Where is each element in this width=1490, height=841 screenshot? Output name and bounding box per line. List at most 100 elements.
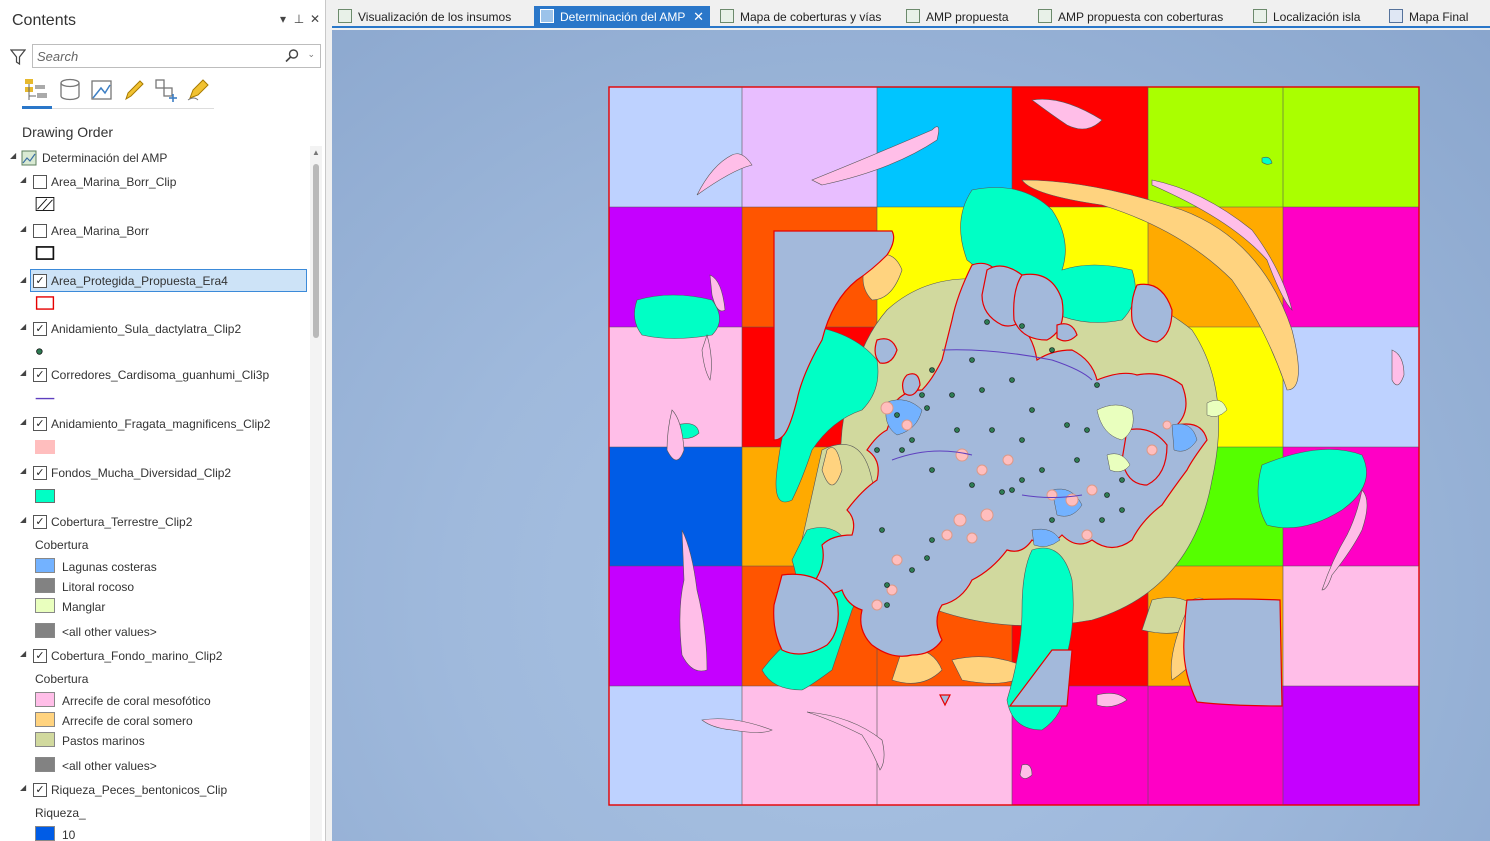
filter-icon[interactable]	[10, 48, 26, 66]
layer-visibility-checkbox[interactable]: ✓	[33, 274, 47, 288]
layout-tab-icon	[1389, 9, 1403, 23]
layer-row-cobertura-terrestre[interactable]: ◢ ✓ Cobertura_Terrestre_Clip2	[0, 511, 310, 533]
tab-label: Mapa Final	[1409, 10, 1469, 24]
pin-icon[interactable]: ⊥	[292, 12, 306, 26]
scrollbar-thumb[interactable]	[313, 164, 319, 338]
riqueza-grid-cell[interactable]	[1283, 87, 1419, 207]
collapse-arrow-icon[interactable]: ◢	[20, 784, 28, 792]
riqueza-grid-cell[interactable]	[742, 87, 877, 207]
line-symbol-icon[interactable]	[35, 392, 55, 406]
collapse-arrow-icon[interactable]: ◢	[20, 275, 26, 284]
layer-row-area-protegida-selected[interactable]: ✓ Area_Protegida_Propuesta_Era4	[30, 269, 307, 292]
layer-visibility-checkbox[interactable]: ✓	[33, 649, 47, 663]
collapse-arrow-icon[interactable]: ◢	[10, 152, 18, 160]
riqueza-grid-cell[interactable]	[609, 447, 742, 566]
legend-swatch	[35, 623, 55, 638]
layer-visibility-checkbox[interactable]: ✓	[33, 466, 47, 480]
layer-row-corredores[interactable]: ◢ ✓ Corredores_Cardisoma_guanhumi_Cli3p	[0, 364, 310, 386]
hatched-fill-symbol-icon[interactable]	[35, 197, 55, 211]
layer-tree: ◢ Determinación del AMP ◢ Area_Marina_Bo…	[0, 146, 310, 841]
collapse-arrow-icon[interactable]: ◢	[20, 418, 28, 426]
tab-amp-propuesta[interactable]: AMP propuesta	[900, 6, 1026, 28]
layer-name: Area_Marina_Borr	[51, 224, 150, 238]
riqueza-grid-cell[interactable]	[1283, 327, 1419, 447]
vertical-scrollbar[interactable]: ▲	[310, 146, 322, 841]
collapse-arrow-icon[interactable]: ◢	[20, 650, 28, 658]
tab-mapa-coberturas[interactable]: Mapa de coberturas y vías	[714, 6, 890, 28]
search-input[interactable]	[37, 47, 277, 65]
layer-name: Anidamiento_Sula_dactylatra_Clip2	[51, 322, 242, 336]
collapse-arrow-icon[interactable]: ◢	[20, 516, 28, 524]
layer-visibility-checkbox[interactable]	[33, 224, 47, 238]
layer-visibility-checkbox[interactable]: ✓	[33, 322, 47, 336]
tab-label: Determinación del AMP	[560, 10, 686, 24]
tab-localizacion-isla[interactable]: Localización isla	[1247, 6, 1375, 28]
layer-name: Cobertura_Fondo_marino_Clip2	[51, 649, 223, 663]
legend-swatch	[35, 732, 55, 747]
contents-header: Contents ▾ ⊥ ✕	[0, 0, 325, 38]
riqueza-grid-cell[interactable]	[609, 87, 742, 207]
map-tab-icon	[720, 9, 734, 23]
riqueza-grid-cell[interactable]	[609, 686, 742, 805]
list-by-snapping-icon[interactable]	[152, 76, 180, 104]
list-by-selection-icon[interactable]	[88, 76, 116, 104]
tab-amp-propuesta-coberturas[interactable]: AMP propuesta con coberturas	[1032, 6, 1240, 28]
list-by-labeling-icon[interactable]	[184, 76, 212, 104]
outline-symbol-icon[interactable]	[35, 246, 55, 260]
tab-mapa-final[interactable]: Mapa Final	[1383, 6, 1487, 28]
search-icon[interactable]	[284, 48, 300, 64]
legend-label: <all other values>	[62, 759, 157, 773]
legend-label: 10	[62, 828, 76, 841]
riqueza-grid-cell[interactable]	[1283, 566, 1419, 686]
layer-name: Area_Marina_Borr_Clip	[51, 175, 177, 189]
tab-label: Mapa de coberturas y vías	[740, 10, 882, 24]
fill-symbol-fragata[interactable]	[35, 440, 55, 454]
layer-row-area-marina-borr[interactable]: ◢ Area_Marina_Borr	[0, 220, 310, 242]
close-tab-icon[interactable]: ✕	[693, 9, 704, 25]
layer-row-area-marina-borr-clip[interactable]: ◢ Area_Marina_Borr_Clip	[0, 171, 310, 193]
list-by-editing-icon[interactable]	[120, 76, 148, 104]
riqueza-grid-cell[interactable]	[1283, 207, 1419, 327]
layer-name: Fondos_Mucha_Diversidad_Clip2	[51, 466, 232, 480]
pane-options-icon[interactable]: ▾	[276, 12, 290, 26]
layer-row-sula[interactable]: ◢ ✓ Anidamiento_Sula_dactylatra_Clip2	[0, 318, 310, 340]
point-symbol-icon[interactable]	[35, 345, 55, 359]
layer-row-riqueza[interactable]: ◢ ✓ Riqueza_Peces_bentonicos_Clip	[0, 779, 310, 801]
legend-label: Arrecife de coral mesofótico	[62, 694, 211, 708]
list-by-source-icon[interactable]	[56, 76, 84, 104]
legend-label: Litoral rocoso	[62, 580, 135, 594]
map-row[interactable]: ◢ Determinación del AMP	[0, 147, 310, 169]
close-pane-icon[interactable]: ✕	[308, 12, 322, 26]
search-options-chevron-icon[interactable]: ⌄	[307, 49, 315, 60]
collapse-arrow-icon[interactable]: ◢	[20, 176, 28, 184]
layer-row-cobertura-fondo-marino[interactable]: ◢ ✓ Cobertura_Fondo_marino_Clip2	[0, 645, 310, 667]
legend-swatch	[35, 712, 55, 727]
red-outline-symbol-icon[interactable]	[35, 296, 55, 310]
riqueza-grid-cell[interactable]	[609, 566, 742, 686]
layer-visibility-checkbox[interactable]	[33, 175, 47, 189]
fill-symbol-fondos[interactable]	[35, 489, 55, 503]
riqueza-grid-cell[interactable]	[742, 686, 877, 805]
collapse-arrow-icon[interactable]: ◢	[20, 369, 28, 377]
layer-name: Corredores_Cardisoma_guanhumi_Cli3p	[51, 368, 270, 382]
tab-visualizacion-insumos[interactable]: Visualización de los insumos	[332, 6, 530, 28]
layer-visibility-checkbox[interactable]: ✓	[33, 783, 47, 797]
map-view[interactable]	[332, 30, 1490, 841]
layer-visibility-checkbox[interactable]: ✓	[33, 368, 47, 382]
layer-visibility-checkbox[interactable]: ✓	[33, 515, 47, 529]
scroll-up-arrow-icon[interactable]: ▲	[312, 148, 320, 157]
layer-row-fragata[interactable]: ◢ ✓ Anidamiento_Fragata_magnificens_Clip…	[0, 413, 310, 435]
collapse-arrow-icon[interactable]: ◢	[20, 467, 28, 475]
search-box: ⌄	[32, 44, 321, 68]
collapse-arrow-icon[interactable]: ◢	[20, 225, 28, 233]
riqueza-grid-cell[interactable]	[1283, 686, 1419, 805]
map-canvas[interactable]	[332, 30, 1490, 841]
list-by-drawing-order-icon[interactable]	[22, 76, 50, 104]
layer-visibility-checkbox[interactable]: ✓	[33, 417, 47, 431]
collapse-arrow-icon[interactable]: ◢	[20, 323, 28, 331]
tab-determinacion-amp[interactable]: Determinación del AMP ✕	[534, 6, 710, 28]
legend-swatch	[35, 558, 55, 573]
legend-label: Lagunas costeras	[62, 560, 157, 574]
tab-label: Localización isla	[1273, 10, 1361, 24]
layer-row-fondos[interactable]: ◢ ✓ Fondos_Mucha_Diversidad_Clip2	[0, 462, 310, 484]
